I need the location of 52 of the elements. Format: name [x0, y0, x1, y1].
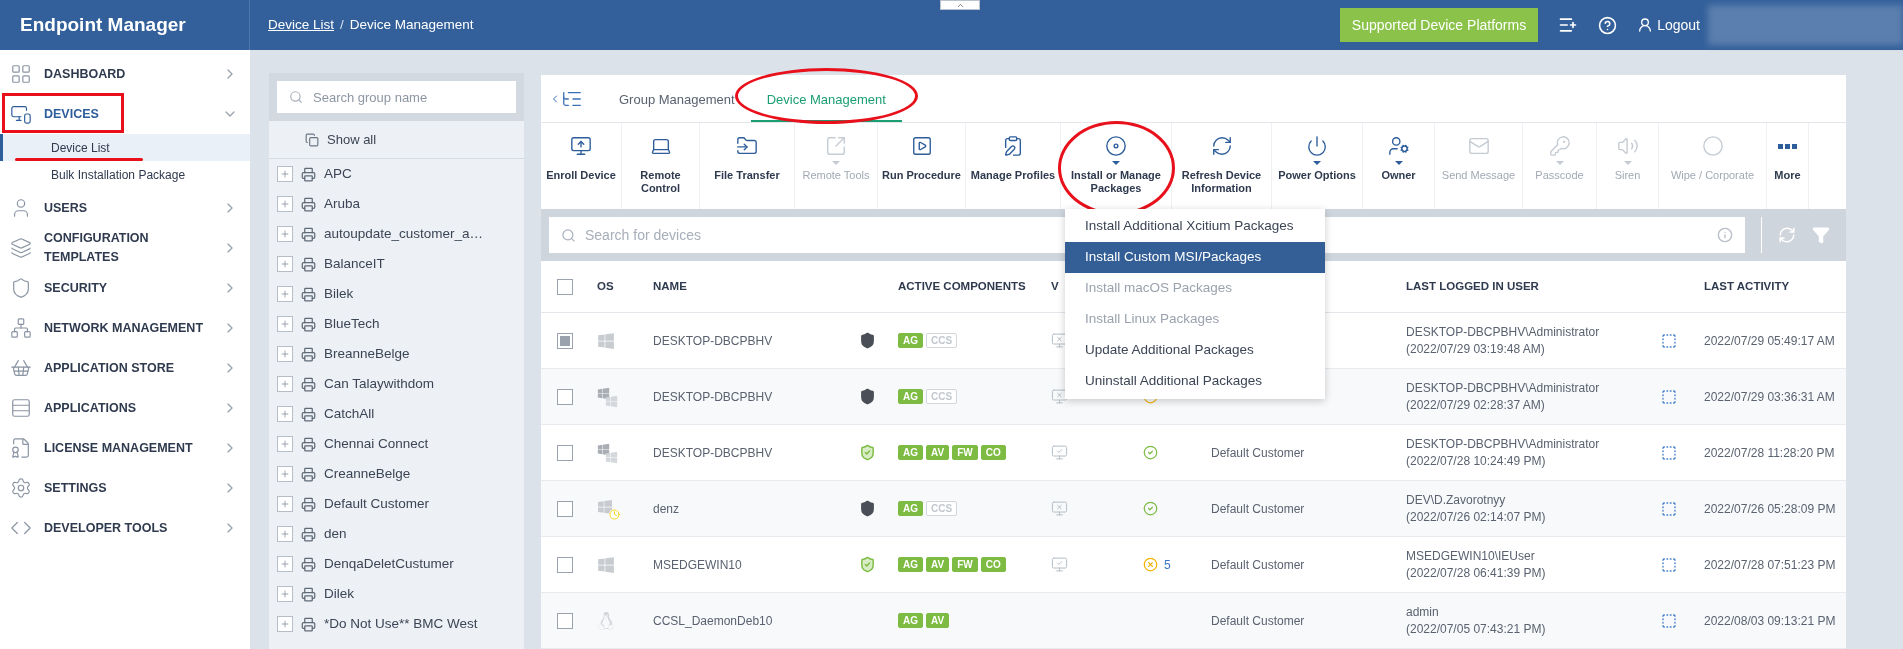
table-cell-text: DEV\D.Zavorotnyy — [1406, 491, 1507, 509]
component-tag: CO — [980, 557, 1006, 572]
component-tag: AG — [898, 557, 923, 572]
component-tag: AG — [898, 333, 923, 348]
table-cell-text: (2022/07/28 06:41:39 PM) — [1406, 564, 1547, 582]
column-header: LAST LOGGED IN USER — [1406, 278, 1540, 294]
component-tag: CCS — [926, 333, 958, 348]
column-header: LAST ACTIVITY — [1703, 278, 1791, 294]
component-tag: CO — [980, 445, 1006, 460]
table-cell-text: (2022/07/29 03:19:48 AM) — [1406, 340, 1546, 358]
table-cell-text: denz — [653, 500, 681, 518]
table-cell-text: Default Customer — [1211, 612, 1306, 630]
column-header: OS — [597, 278, 615, 294]
component-tag: AV — [926, 613, 950, 628]
table-cell-text: MSEDGEWIN10\IEUser — [1406, 547, 1536, 565]
table-cell-text: Default Customer — [1211, 556, 1306, 574]
table-cell-text: admin — [1406, 603, 1440, 621]
column-header: ACTIVE COMPONENTS — [898, 278, 1027, 294]
component-tag: AG — [898, 445, 923, 460]
table-cell-text: (2022/07/28 10:24:49 PM) — [1406, 452, 1547, 470]
table-cell-text: (2022/07/29 02:28:37 AM) — [1406, 396, 1546, 414]
table-cell-text: DESKTOP-DBCPBHV — [653, 332, 774, 350]
table-cell-text: DESKTOP-DBCPBHV — [653, 388, 774, 406]
breadcrumb-current: Device Management — [349, 15, 474, 34]
table-cell-text: DESKTOP-DBCPBHV\Administrator — [1406, 435, 1601, 453]
component-tag: AG — [898, 501, 923, 516]
column-header: V — [1051, 278, 1059, 294]
table-cell-text: 2022/07/28 07:51:23 PM — [1703, 556, 1837, 574]
table-cell-text: (2022/07/26 02:14:07 PM) — [1406, 508, 1547, 526]
column-header: NAME — [653, 278, 688, 294]
component-tag: CCS — [926, 389, 958, 404]
table-cell-text: 2022/07/26 05:28:09 PM — [1703, 500, 1837, 518]
table-cell-text: 2022/07/28 11:28:20 PM — [1703, 444, 1836, 462]
component-tag: FW — [952, 557, 978, 572]
component-tag: AG — [898, 389, 923, 404]
component-tag: AG — [898, 613, 923, 628]
table-cell-text: Default Customer — [1211, 500, 1306, 518]
component-tag: CCS — [926, 501, 958, 516]
table-cell-text: MSEDGEWIN10 — [653, 556, 743, 574]
table-cell-text: DESKTOP-DBCPBHV\Administrator — [1406, 379, 1601, 397]
table-cell-text: 2022/07/29 05:49:17 AM — [1703, 332, 1836, 350]
table-cell-text: DESKTOP-DBCPBHV\Administrator — [1406, 323, 1601, 341]
table-cell-text: DESKTOP-DBCPBHV — [653, 444, 774, 462]
component-tag: AV — [926, 557, 950, 572]
table-cell-text: CCSL_DaemonDeb10 — [653, 612, 774, 630]
component-tag: FW — [952, 445, 978, 460]
component-tag: AV — [926, 445, 950, 460]
breadcrumb-separator: / — [340, 15, 344, 34]
table-cell-text: (2022/07/05 07:43:21 PM) — [1406, 620, 1547, 638]
table-cell-text: Default Customer — [1211, 444, 1306, 462]
table-cell-text: 2022/08/03 09:13:21 PM — [1703, 612, 1837, 630]
table-cell-text: 2022/07/29 03:36:31 AM — [1703, 388, 1836, 406]
